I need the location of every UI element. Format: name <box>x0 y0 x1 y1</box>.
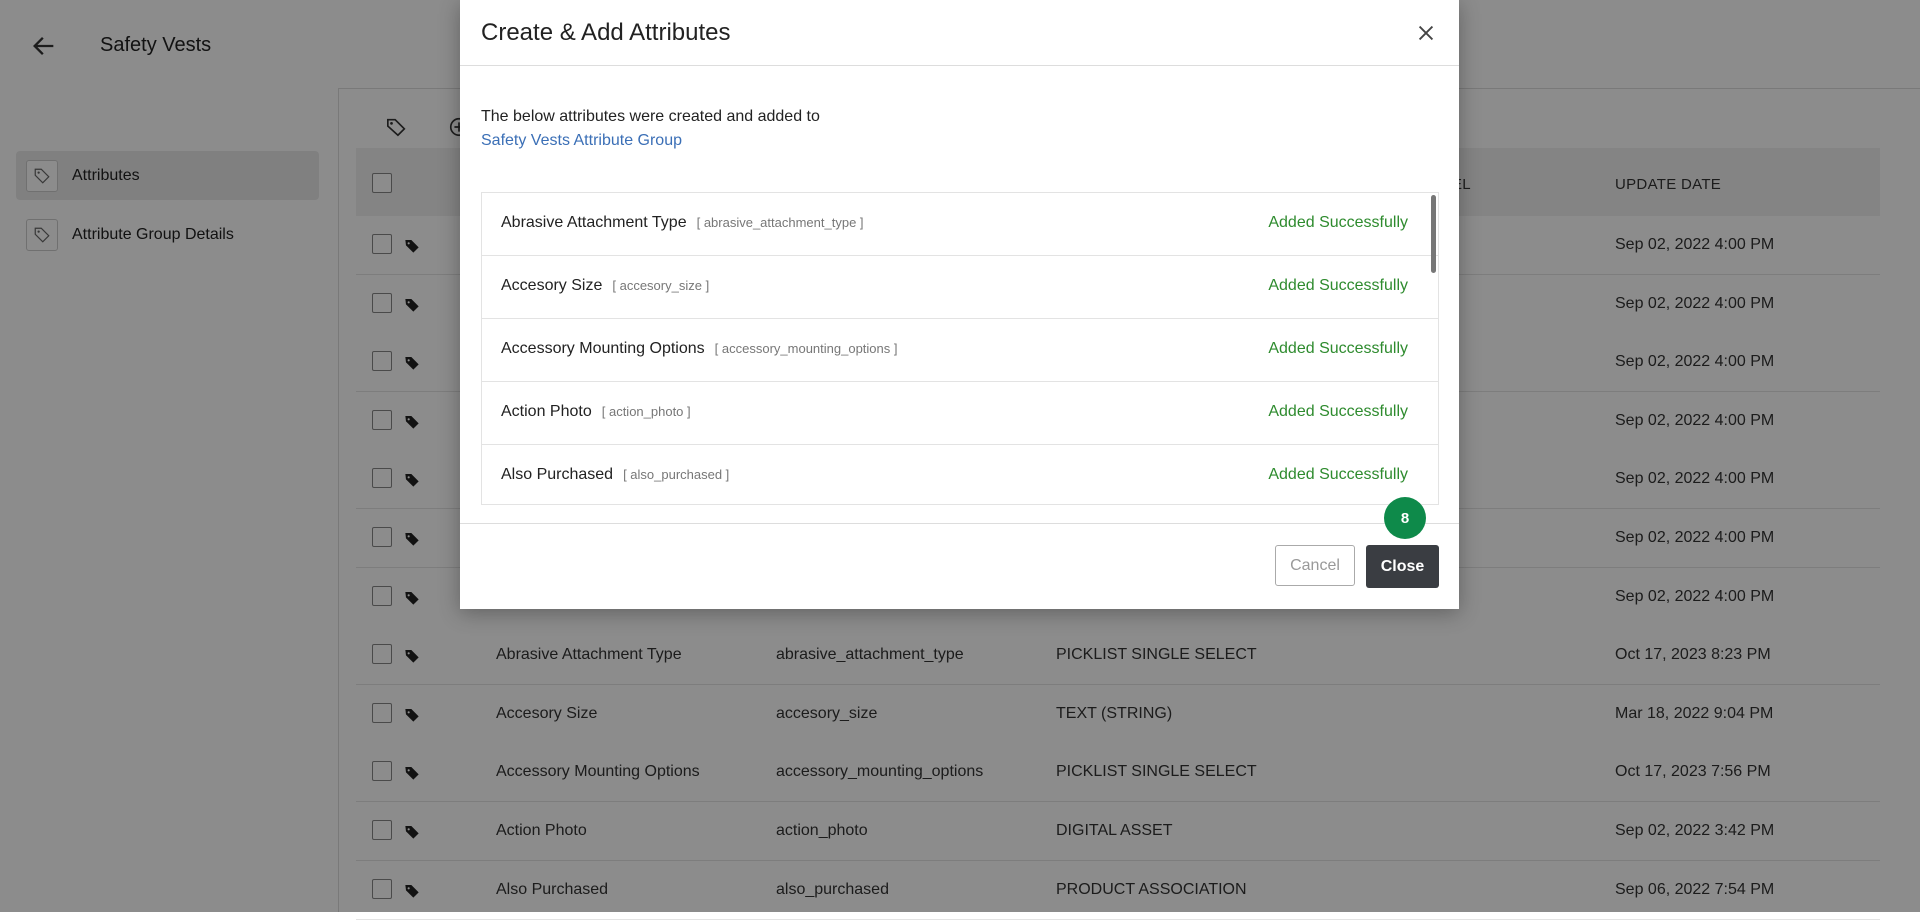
status-text: Added Successfully <box>1268 403 1408 420</box>
attribute-result-item: Accesory Size[ accesory_size ] Added Succ… <box>482 256 1438 319</box>
cancel-button[interactable]: Cancel <box>1275 545 1355 586</box>
attribute-result-item: Also Purchased[ also_purchased ] Added Su… <box>482 445 1438 504</box>
attribute-group-link[interactable]: Safety Vests Attribute Group <box>481 132 682 150</box>
attribute-result-item: Abrasive Attachment Type[ abrasive_attac… <box>482 193 1438 256</box>
attribute-key: [ also_purchased ] <box>623 467 730 482</box>
dialog-header: Create & Add Attributes <box>460 0 1459 66</box>
status-text: Added Successfully <box>1268 277 1408 294</box>
attribute-name: Also Purchased[ also_purchased ] <box>501 466 730 483</box>
close-button[interactable]: Close <box>1366 545 1439 588</box>
attribute-result-item: Action Photo[ action_photo ] Added Succes… <box>482 382 1438 445</box>
list-scrollbar[interactable] <box>1431 195 1436 273</box>
status-text: Added Successfully <box>1268 340 1408 357</box>
attribute-result-item: Accessory Mounting Options[ accessory_mo… <box>482 319 1438 382</box>
attribute-name: Action Photo[ action_photo ] <box>501 403 691 420</box>
dialog-footer: Cancel Close <box>460 523 1459 610</box>
status-text: Added Successfully <box>1268 214 1408 231</box>
status-text: Added Successfully <box>1268 466 1408 483</box>
attribute-key: [ accesory_size ] <box>612 278 710 293</box>
attribute-key: [ action_photo ] <box>601 404 691 419</box>
attribute-name: Accesory Size[ accesory_size ] <box>501 277 710 294</box>
dialog-title: Create & Add Attributes <box>481 19 731 46</box>
attribute-key: [ abrasive_attachment_type ] <box>696 215 864 230</box>
attribute-name: Accessory Mounting Options[ accessory_mo… <box>501 340 898 357</box>
dialog-description: The below attributes were created and ad… <box>481 108 820 125</box>
attribute-result-list: Abrasive Attachment Type[ abrasive_attac… <box>481 192 1439 505</box>
close-icon[interactable] <box>1415 22 1437 44</box>
step-badge: 8 <box>1384 497 1426 539</box>
attribute-key: [ accessory_mounting_options ] <box>714 341 898 356</box>
attribute-name: Abrasive Attachment Type[ abrasive_attac… <box>501 214 864 231</box>
create-add-attributes-dialog: Create & Add Attributes The below attrib… <box>460 0 1459 609</box>
